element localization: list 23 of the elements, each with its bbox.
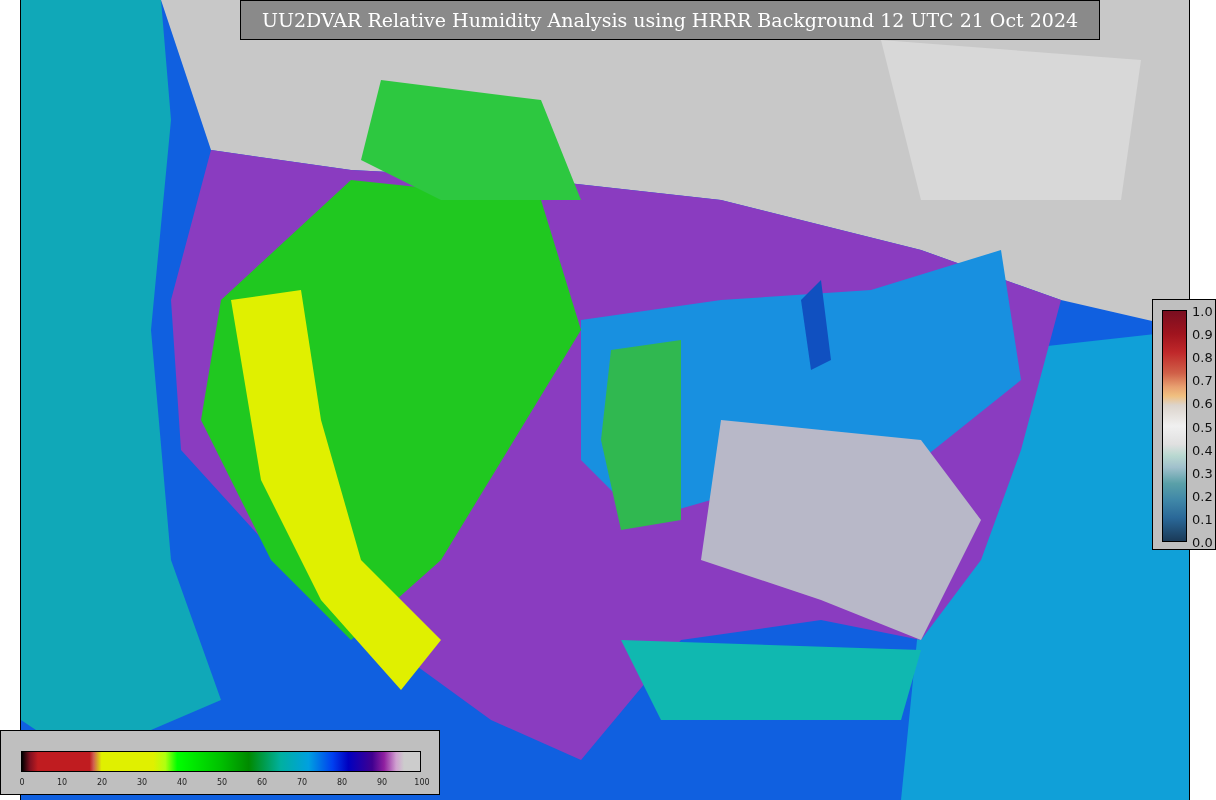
- tick-label: 80: [336, 779, 348, 787]
- tick-label: 100: [414, 779, 430, 787]
- tick-label: 0.1: [1192, 512, 1213, 526]
- tick-label: 0: [19, 779, 25, 787]
- tick-label: 20: [96, 779, 108, 787]
- tick-label: 10: [56, 779, 68, 787]
- tick-label: 1.0: [1192, 304, 1213, 318]
- tick-label: 0.0: [1192, 535, 1213, 549]
- tick-label: 0.6: [1192, 396, 1213, 410]
- tick-label: 0.9: [1192, 327, 1213, 341]
- tick-label: 0.3: [1192, 466, 1213, 480]
- tick-label: 0.4: [1192, 443, 1213, 457]
- tick-label: 0.8: [1192, 350, 1213, 364]
- tick-label: 30: [136, 779, 148, 787]
- tick-label: 50: [216, 779, 228, 787]
- map-title: UU2DVAR Relative Humidity Analysis using HRRR Background 12 UTC 21 Oct 2024: [240, 0, 1100, 40]
- tick-label: 0.5: [1192, 420, 1213, 433]
- tick-label: 0.2: [1192, 489, 1213, 503]
- tick-label: 40: [176, 779, 188, 787]
- tick-label: 0.7: [1192, 373, 1213, 387]
- tick-label: 70: [296, 779, 308, 787]
- tick-label: 60: [256, 779, 268, 787]
- tick-label: 90: [376, 779, 388, 787]
